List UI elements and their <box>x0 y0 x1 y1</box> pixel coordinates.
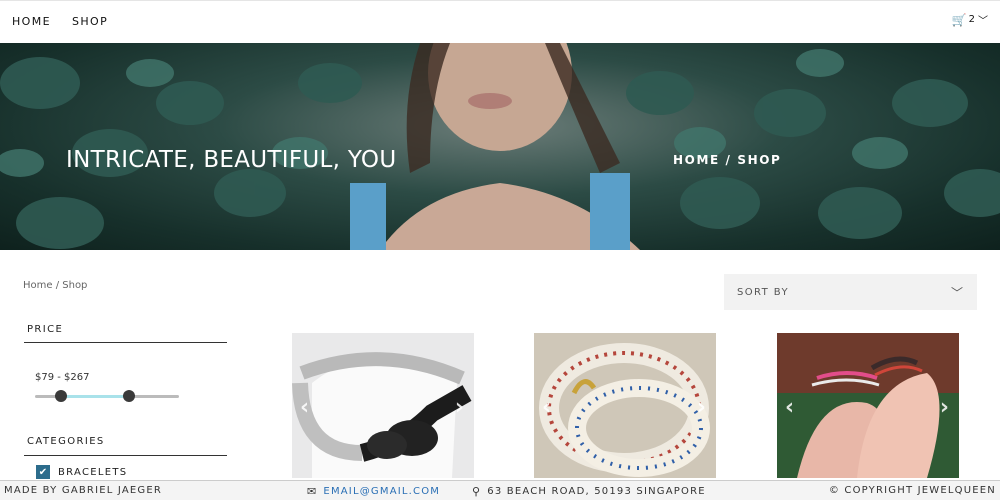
chevron-down-icon: ﹀ <box>950 285 963 300</box>
hero-breadcrumb: HOME / SHOP <box>673 153 782 167</box>
address-text: 63 BEACH ROAD, 50193 SINGAPORE <box>487 486 706 497</box>
checkbox-checked-icon[interactable]: ✔ <box>36 465 50 479</box>
product-image-bracelet <box>534 333 716 478</box>
shopping-cart-icon: 🛒 <box>951 12 967 27</box>
cart-button[interactable]: 🛒 2 ﹀ <box>951 12 988 28</box>
hero-banner: INTRICATE, BEAUTIFUL, YOU HOME / SHOP <box>0 43 1000 250</box>
envelope-icon: ✉ <box>307 485 318 498</box>
map-pin-icon: ⚲ <box>472 485 482 498</box>
chevron-down-icon: ﹀ <box>978 16 988 27</box>
category-label: BRACELETS <box>58 466 128 478</box>
cart-count: 2 <box>968 14 975 25</box>
copyright-text: © COPYRIGHT JEWELQUEEN <box>828 485 996 496</box>
product-card-friendship-bracelets[interactable]: ‹ › <box>777 333 959 478</box>
product-image-friendship-bracelets <box>777 333 959 478</box>
top-navigation: HOME SHOP 🛒 2 ﹀ <box>0 0 1000 43</box>
email-link[interactable]: EMAIL@GMAIL.COM <box>323 486 440 497</box>
breadcrumb[interactable]: Home / Shop <box>23 280 87 291</box>
category-item-bracelets[interactable]: ✔ BRACELETS <box>36 465 127 479</box>
product-card-necklace[interactable]: ‹ › <box>292 333 474 478</box>
sort-by-label: SORT BY <box>737 286 789 298</box>
made-by-text: MADE BY GABRIEL JAEGER <box>4 485 163 496</box>
product-card-bracelet[interactable]: ‹ › <box>534 333 716 478</box>
footer-copyright: © COPYRIGHT JEWELQUEEN <box>829 485 996 496</box>
nav-home-link[interactable]: HOME <box>12 15 51 28</box>
price-divider <box>24 342 227 343</box>
footer: MADE BY GABRIEL JAEGER ✉ EMAIL@GMAIL.COM… <box>0 480 1000 500</box>
footer-credit: MADE BY GABRIEL JAEGER <box>4 485 162 496</box>
sort-by-dropdown[interactable]: SORT BY ﹀ <box>724 274 977 310</box>
footer-address: ⚲ 63 BEACH ROAD, 50193 SINGAPORE <box>472 485 706 498</box>
slider-min-handle[interactable] <box>54 390 67 402</box>
footer-email[interactable]: ✉ EMAIL@GMAIL.COM <box>307 485 440 498</box>
categories-filter-title: CATEGORIES <box>27 436 105 447</box>
product-image-necklace <box>292 333 474 478</box>
previous-image-arrow-icon[interactable]: ‹ <box>542 395 551 420</box>
next-image-arrow-icon[interactable]: › <box>697 395 706 420</box>
hero-tagline: INTRICATE, BEAUTIFUL, YOU <box>66 147 397 173</box>
nav-shop-link[interactable]: SHOP <box>72 15 108 28</box>
slider-fill <box>60 395 129 398</box>
categories-divider <box>24 455 227 456</box>
previous-image-arrow-icon[interactable]: ‹ <box>300 395 309 420</box>
price-filter-title: PRICE <box>27 324 64 335</box>
next-image-arrow-icon[interactable]: › <box>455 395 464 420</box>
price-range-text: $79 - $267 <box>35 372 90 383</box>
slider-max-handle[interactable] <box>122 390 135 402</box>
next-image-arrow-icon[interactable]: › <box>940 395 949 420</box>
price-range-slider[interactable] <box>35 390 179 404</box>
previous-image-arrow-icon[interactable]: ‹ <box>785 395 794 420</box>
